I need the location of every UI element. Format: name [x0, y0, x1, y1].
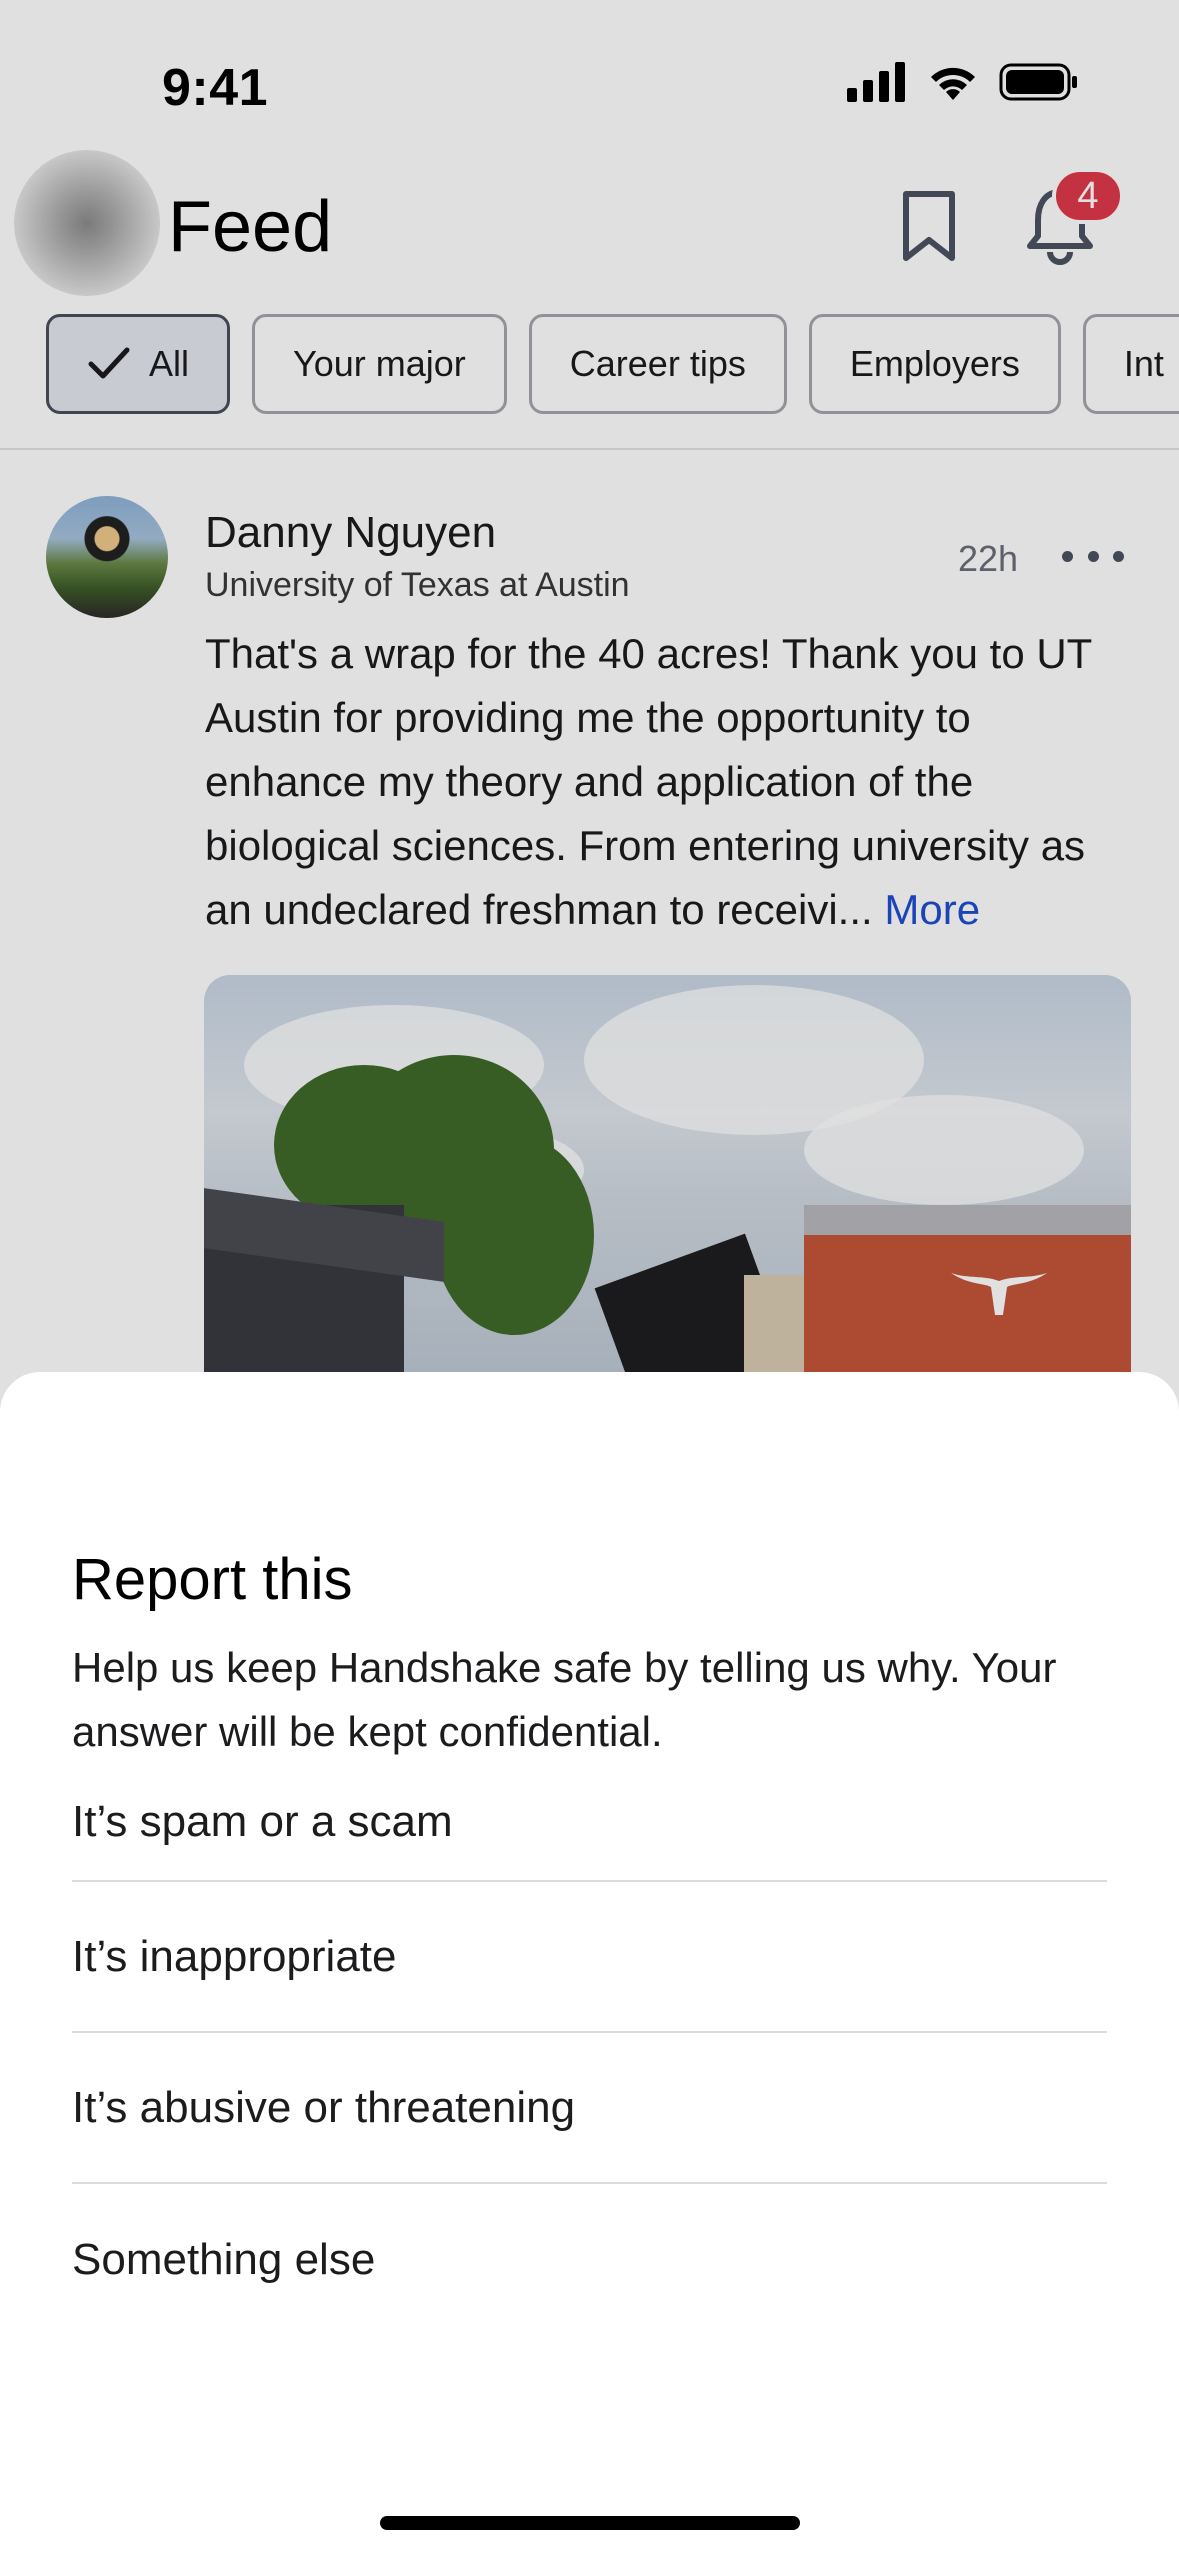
home-indicator[interactable]	[380, 2516, 800, 2530]
report-bottom-sheet: Report this Help us keep Handshake safe …	[0, 1372, 1179, 2556]
sheet-description: Help us keep Handshake safe by telling u…	[72, 1644, 1057, 1755]
report-option-inappropriate[interactable]: It’s inappropriate	[72, 1882, 1107, 2033]
report-option-spam[interactable]: It’s spam or a scam	[72, 1764, 1107, 1882]
report-option-label: It’s abusive or threatening	[72, 2082, 576, 2132]
report-options-list: It’s spam or a scam It’s inappropriate I…	[72, 1792, 1107, 2335]
report-option-label: It’s spam or a scam	[72, 1797, 453, 1846]
screen: 9:41 Feed 4 All Your major Career tips E…	[0, 0, 1179, 2556]
report-option-something-else[interactable]: Something else	[72, 2184, 1107, 2335]
report-option-label: It’s inappropriate	[72, 1931, 397, 1981]
report-option-abusive[interactable]: It’s abusive or threatening	[72, 2033, 1107, 2184]
report-option-label: Something else	[72, 2234, 376, 2284]
sheet-title: Report this	[72, 1547, 353, 1612]
